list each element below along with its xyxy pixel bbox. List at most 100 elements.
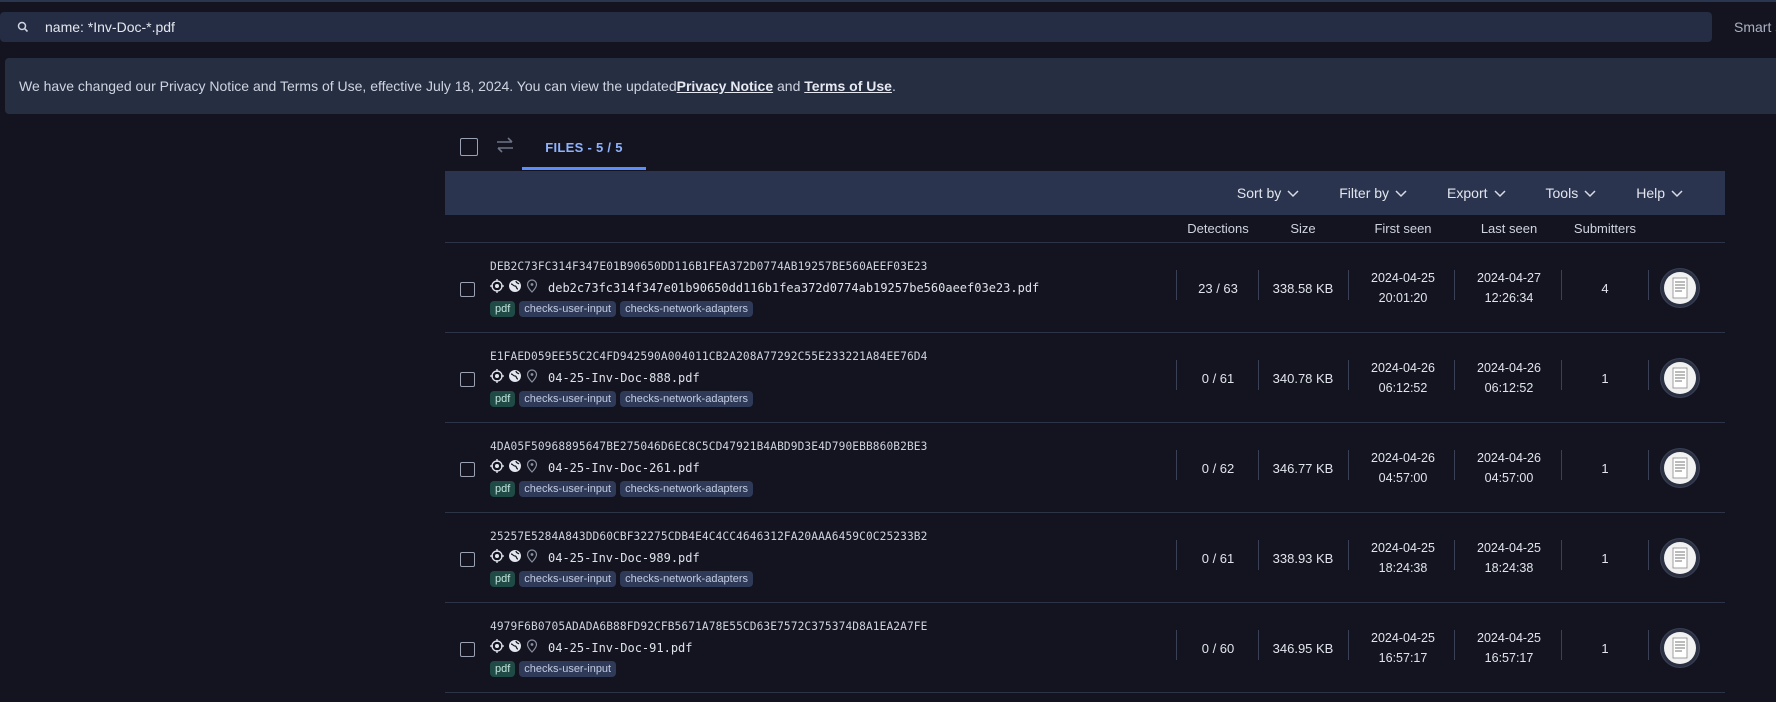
size-value: 338.58 KB [1272, 280, 1334, 296]
divider [1258, 540, 1259, 570]
search-bar[interactable] [0, 12, 1712, 42]
col-submitters[interactable]: Submitters [1574, 221, 1636, 236]
location-pin-icon [526, 549, 538, 566]
last-seen-value: 2024-04-27 12:26:34 [1477, 243, 1541, 333]
file-name[interactable]: 04-25-Inv-Doc-261.pdf [548, 461, 700, 475]
file-type-thumbnail[interactable] [1660, 538, 1700, 578]
detections-value[interactable]: 23 / 63 [1198, 243, 1238, 333]
chevron-down-icon [1493, 185, 1506, 201]
file-hash[interactable]: 25257E5284A843DD60CBF32275CDB4E4C4CC4646… [490, 530, 927, 543]
tag-checks-user-input[interactable]: checks-user-input [519, 571, 617, 587]
file-type-thumbnail[interactable] [1660, 448, 1700, 488]
divider [1648, 540, 1649, 570]
tag-checks-network-adapters[interactable]: checks-network-adapters [620, 391, 754, 407]
search-icon [0, 21, 45, 33]
file-type-thumbnail[interactable] [1660, 628, 1700, 668]
help-button[interactable]: Help [1636, 185, 1683, 201]
tag-pdf[interactable]: pdf [490, 571, 516, 587]
file-hash[interactable]: 4DA05F50968895647BE275046D6EC8C5CD47921B… [490, 440, 927, 453]
select-all-checkbox[interactable] [460, 138, 478, 156]
file-hash[interactable]: E1FAED059EE55C2C4FD942590A004011CB2A208A… [490, 350, 927, 363]
col-last-seen[interactable]: Last seen [1481, 221, 1537, 236]
tag-checks-network-adapters[interactable]: checks-network-adapters [620, 481, 754, 497]
tag-checks-user-input[interactable]: checks-user-input [519, 301, 617, 317]
target-icon [490, 549, 504, 566]
divider [1454, 270, 1455, 300]
file-type-thumbnail[interactable] [1660, 358, 1700, 398]
file-name[interactable]: 04-25-Inv-Doc-91.pdf [548, 641, 693, 655]
first-seen-time: 20:01:20 [1378, 291, 1428, 305]
divider [1176, 360, 1177, 390]
row-checkbox[interactable] [460, 372, 475, 387]
size-value: 346.77 KB [1272, 460, 1334, 476]
terms-of-use-link[interactable]: Terms of Use [804, 78, 892, 94]
first-seen-date: 2024-04-25 [1371, 631, 1435, 645]
row-checkbox[interactable] [460, 462, 475, 477]
col-detections[interactable]: Detections [1187, 221, 1248, 236]
globe-icon [508, 549, 522, 566]
tag-list: pdf checks-user-input checks-network-adapt… [490, 571, 754, 587]
table-row[interactable]: 25257E5284A843DD60CBF32275CDB4E4C4CC4646… [445, 513, 1725, 603]
size-value: 346.95 KB [1272, 640, 1334, 656]
tag-pdf[interactable]: pdf [490, 391, 516, 407]
detections-value[interactable]: 0 / 61 [1202, 513, 1235, 603]
first-seen-time: 18:24:38 [1378, 561, 1428, 575]
col-size[interactable]: Size [1290, 221, 1315, 236]
smart-search-link[interactable]: Smart s [1734, 19, 1776, 35]
first-seen-time: 04:57:00 [1378, 471, 1428, 485]
table-row[interactable]: 4979F6B0705ADADA6B88FD92CFB5671A78E55CD6… [445, 603, 1725, 693]
document-thumbnail-icon [1664, 452, 1696, 484]
notice-and: and [773, 78, 805, 94]
submitters-value: 4 [1601, 280, 1609, 296]
tag-pdf[interactable]: pdf [490, 661, 516, 677]
tab-files[interactable]: FILES - 5 / 5 [522, 128, 646, 170]
file-name[interactable]: 04-25-Inv-Doc-888.pdf [548, 371, 700, 385]
globe-icon [508, 369, 522, 386]
tag-checks-user-input[interactable]: checks-user-input [519, 391, 617, 407]
row-checkbox[interactable] [460, 552, 475, 567]
file-hash[interactable]: 4979F6B0705ADADA6B88FD92CFB5671A78E55CD6… [490, 620, 927, 633]
tag-checks-network-adapters[interactable]: checks-network-adapters [620, 571, 754, 587]
column-headers: Detections Size First seen Last seen Sub… [445, 215, 1725, 243]
export-button[interactable]: Export [1447, 185, 1506, 201]
file-name[interactable]: deb2c73fc314f347e01b90650dd116b1fea372d0… [548, 281, 1039, 295]
detections-value[interactable]: 0 / 60 [1202, 603, 1235, 693]
first-seen-date: 2024-04-26 [1371, 361, 1435, 375]
table-row[interactable]: DEB2C73FC314F347E01B90650DD116B1FEA372D0… [445, 243, 1725, 333]
filter-by-button[interactable]: Filter by [1339, 185, 1407, 201]
divider [1258, 450, 1259, 480]
last-seen-value: 2024-04-25 16:57:17 [1477, 603, 1541, 693]
tag-checks-user-input[interactable]: checks-user-input [519, 661, 617, 677]
location-pin-icon [526, 459, 538, 476]
swap-icon[interactable] [495, 136, 515, 157]
col-first-seen[interactable]: First seen [1374, 221, 1431, 236]
document-thumbnail-icon [1664, 632, 1696, 664]
detections-value[interactable]: 0 / 62 [1202, 423, 1235, 513]
last-seen-date: 2024-04-25 [1477, 631, 1541, 645]
tools-button[interactable]: Tools [1546, 185, 1597, 201]
tag-list: pdf checks-user-input checks-network-adapt… [490, 391, 754, 407]
help-label: Help [1636, 185, 1665, 201]
row-checkbox[interactable] [460, 282, 475, 297]
document-thumbnail-icon [1664, 362, 1696, 394]
target-icon [490, 279, 504, 296]
privacy-notice-link[interactable]: Privacy Notice [677, 78, 774, 94]
table-row[interactable]: E1FAED059EE55C2C4FD942590A004011CB2A208A… [445, 333, 1725, 423]
last-seen-value: 2024-04-25 18:24:38 [1477, 513, 1541, 603]
row-checkbox[interactable] [460, 642, 475, 657]
search-input[interactable] [45, 12, 1712, 42]
last-seen-value: 2024-04-26 06:12:52 [1477, 333, 1541, 423]
detections-value[interactable]: 0 / 61 [1202, 333, 1235, 423]
tag-list: pdf checks-user-input checks-network-adapt… [490, 481, 754, 497]
sort-by-button[interactable]: Sort by [1237, 185, 1299, 201]
tag-checks-user-input[interactable]: checks-user-input [519, 481, 617, 497]
table-row[interactable]: 4DA05F50968895647BE275046D6EC8C5CD47921B… [445, 423, 1725, 513]
divider [1176, 630, 1177, 660]
first-seen-time: 16:57:17 [1378, 651, 1428, 665]
tag-pdf[interactable]: pdf [490, 301, 516, 317]
tag-pdf[interactable]: pdf [490, 481, 516, 497]
file-type-thumbnail[interactable] [1660, 268, 1700, 308]
file-name[interactable]: 04-25-Inv-Doc-989.pdf [548, 551, 700, 565]
tag-checks-network-adapters[interactable]: checks-network-adapters [620, 301, 754, 317]
file-hash[interactable]: DEB2C73FC314F347E01B90650DD116B1FEA372D0… [490, 260, 927, 273]
